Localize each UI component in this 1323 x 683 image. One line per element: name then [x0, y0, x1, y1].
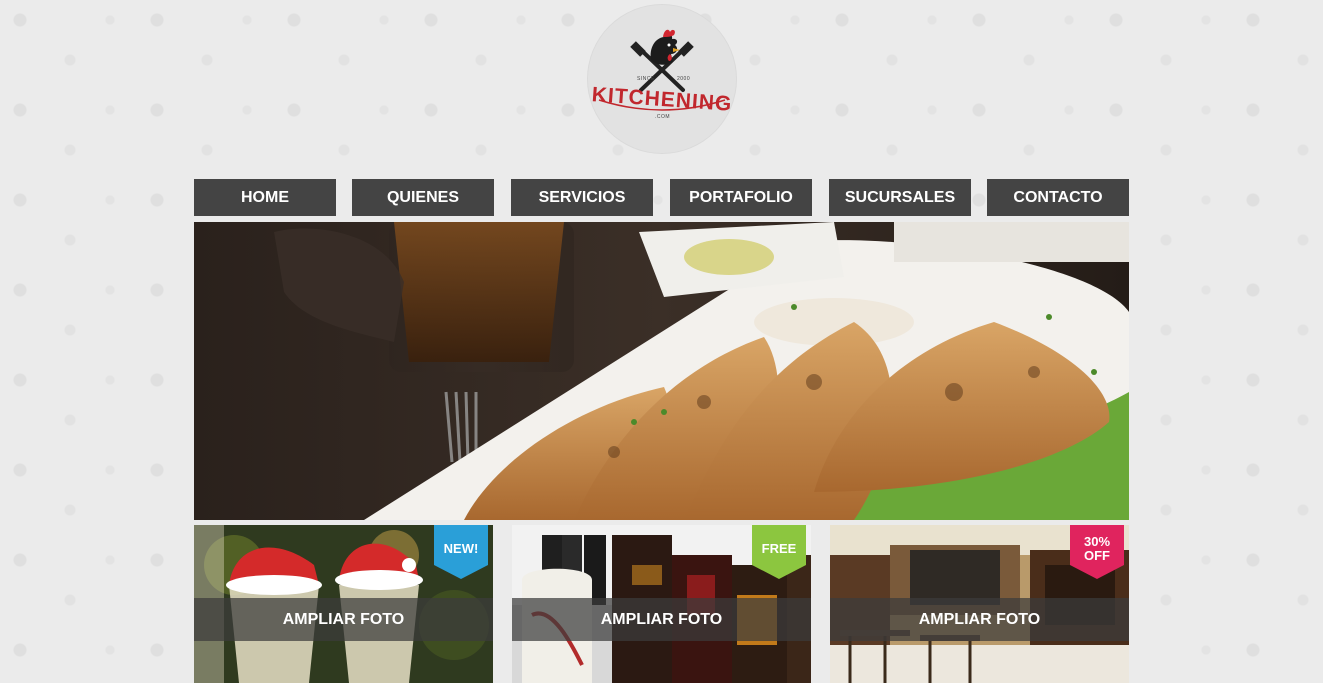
main-nav: HOME QUIENES SERVICIOS PORTAFOLIO SUCURS… [194, 179, 1129, 216]
hero-food-image [194, 222, 1129, 520]
gallery-card-restaurant[interactable]: 30% OFF AMPLIAR FOTO [830, 525, 1129, 683]
ampliar-foto-button[interactable]: AMPLIAR FOTO [194, 598, 493, 641]
nav-sucursales[interactable]: SUCURSALES [829, 179, 971, 216]
nav-portafolio[interactable]: PORTAFOLIO [670, 179, 812, 216]
badge-free: FREE [752, 525, 806, 579]
badge-new-text: NEW! [443, 541, 479, 556]
badge-new: NEW! [434, 525, 488, 579]
badge-free-text: FREE [761, 541, 797, 556]
logo-domain: .COM [655, 114, 671, 120]
site-logo[interactable]: SINCE 2000 KITCHENING .COM [587, 4, 737, 154]
badge-discount-percent: 30% [1083, 534, 1111, 549]
badge-discount-off: OFF [1084, 548, 1110, 563]
nav-home[interactable]: HOME [194, 179, 336, 216]
nav-quienes[interactable]: QUIENES [352, 179, 494, 216]
gallery-card-products[interactable]: FREE AMPLIAR FOTO [512, 525, 811, 683]
badge-discount: 30% OFF [1070, 525, 1124, 579]
ampliar-foto-button[interactable]: AMPLIAR FOTO [512, 598, 811, 641]
ampliar-foto-button[interactable]: AMPLIAR FOTO [830, 598, 1129, 641]
rooster-knives-icon [598, 29, 726, 111]
gallery-card-christmas[interactable]: NEW! AMPLIAR FOTO [194, 525, 493, 683]
nav-servicios[interactable]: SERVICIOS [511, 179, 653, 216]
logo-year: 2000 [677, 76, 691, 82]
nav-contacto[interactable]: CONTACTO [987, 179, 1129, 216]
logo-since: SINCE [637, 76, 655, 82]
